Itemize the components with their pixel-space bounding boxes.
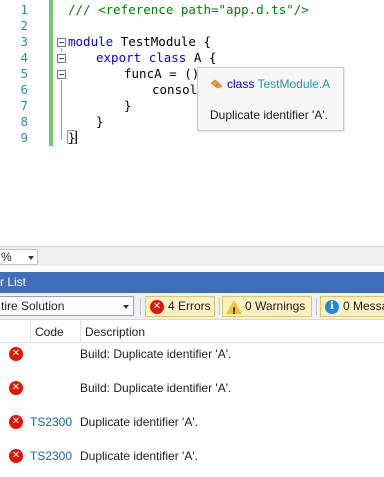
toolbar-separator [316, 298, 317, 315]
collapse-module-icon[interactable] [57, 38, 66, 47]
warnings-count-label: 0 Warnings [245, 299, 306, 313]
class-icon [210, 78, 223, 90]
module-name: TestModule { [113, 34, 211, 49]
line-number: 8 [20, 114, 28, 129]
collapse-class-icon[interactable] [57, 54, 66, 63]
code-line-5[interactable]: funcA = () [124, 66, 199, 82]
outline-guide [61, 48, 62, 52]
error-icon: ✕ [9, 381, 23, 395]
error-description: Duplicate identifier 'A'. [80, 415, 198, 429]
error-list-toolbar: tire Solution ✕ 4 Errors ! 0 Warnings i … [0, 293, 384, 320]
line-number: 7 [20, 98, 28, 113]
chevron-down-icon[interactable] [28, 256, 34, 260]
zoom-dropdown[interactable]: % [0, 249, 38, 265]
line-number: 5 [20, 66, 28, 81]
error-row[interactable]: ✕ TS2300 Duplicate identifier 'A'. [0, 405, 384, 439]
code-line-4[interactable]: export class A { [96, 50, 216, 66]
line-number: 2 [20, 18, 28, 33]
line-number: 9 [20, 130, 28, 145]
editor-status-bar: % [0, 246, 384, 266]
collapse-function-icon[interactable] [57, 70, 66, 79]
error-row[interactable]: ✕ Build: Duplicate identifier 'A'. [0, 337, 384, 371]
line-number: 1 [20, 2, 28, 17]
panel-title: r List [0, 275, 27, 289]
error-description: Duplicate identifier 'A'. [80, 449, 198, 463]
errors-filter-button[interactable]: ✕ 4 Errors [145, 296, 215, 317]
scope-dropdown[interactable]: tire Solution [0, 296, 134, 316]
warning-icon: ! [226, 300, 242, 317]
messages-filter-button[interactable]: i 0 Messa [320, 296, 384, 317]
code-line-8[interactable]: } [96, 114, 104, 130]
line-number: 4 [20, 50, 28, 65]
error-description: Build: Duplicate identifier 'A'. [80, 381, 232, 395]
info-icon: i [325, 300, 339, 314]
error-code[interactable]: TS2300 [30, 415, 72, 429]
code-line-1[interactable]: /// <reference path="app.d.ts"/> [68, 2, 309, 18]
quick-info-tooltip: class TestModule.A Duplicate identifier … [197, 67, 344, 131]
keyword-export: export [96, 50, 142, 65]
scope-value: tire Solution [1, 299, 65, 313]
error-icon: ✕ [150, 300, 164, 314]
class-name: A { [186, 50, 217, 65]
errors-count-label: 4 Errors [168, 299, 211, 313]
toolbar-separator [219, 298, 220, 315]
line-number: 6 [20, 82, 28, 97]
change-tracking-bar [49, 0, 53, 146]
chevron-down-icon[interactable] [123, 305, 129, 309]
outline-guide [61, 80, 62, 140]
code-line-9[interactable]: } [68, 130, 76, 146]
messages-count-label: 0 Messa [343, 299, 384, 313]
code-editor[interactable]: 1 2 3 4 5 6 7 8 9 /// <reference path="a… [0, 0, 384, 240]
warnings-filter-button[interactable]: ! 0 Warnings [222, 296, 312, 317]
code-line-7[interactable]: } [124, 98, 132, 114]
tooltip-qualified-name: TestModule.A [257, 77, 331, 91]
keyword-module: module [68, 34, 114, 49]
keyword-class: class [148, 50, 187, 65]
line-number: 3 [20, 34, 28, 49]
tooltip-kind: class [227, 77, 255, 91]
error-icon: ✕ [9, 449, 23, 463]
toolbar-separator [140, 298, 141, 315]
error-icon: ✕ [9, 415, 23, 429]
error-description: Build: Duplicate identifier 'A'. [80, 347, 232, 361]
code-line-3[interactable]: module TestModule { [68, 34, 211, 50]
zoom-value: % [1, 250, 12, 264]
line-number-gutter: 1 2 3 4 5 6 7 8 9 [0, 0, 48, 148]
error-row[interactable]: ✕ TS2300 Duplicate identifier 'A'. [0, 439, 384, 473]
error-code[interactable]: TS2300 [30, 449, 72, 463]
error-list-title-bar[interactable]: r List [0, 272, 384, 293]
tooltip-signature: class TestModule.A [210, 77, 330, 91]
text-caret [76, 131, 77, 144]
error-row[interactable]: ✕ Build: Duplicate identifier 'A'. [0, 371, 384, 405]
error-icon: ✕ [9, 347, 23, 361]
tooltip-message: Duplicate identifier 'A'. [210, 108, 328, 122]
